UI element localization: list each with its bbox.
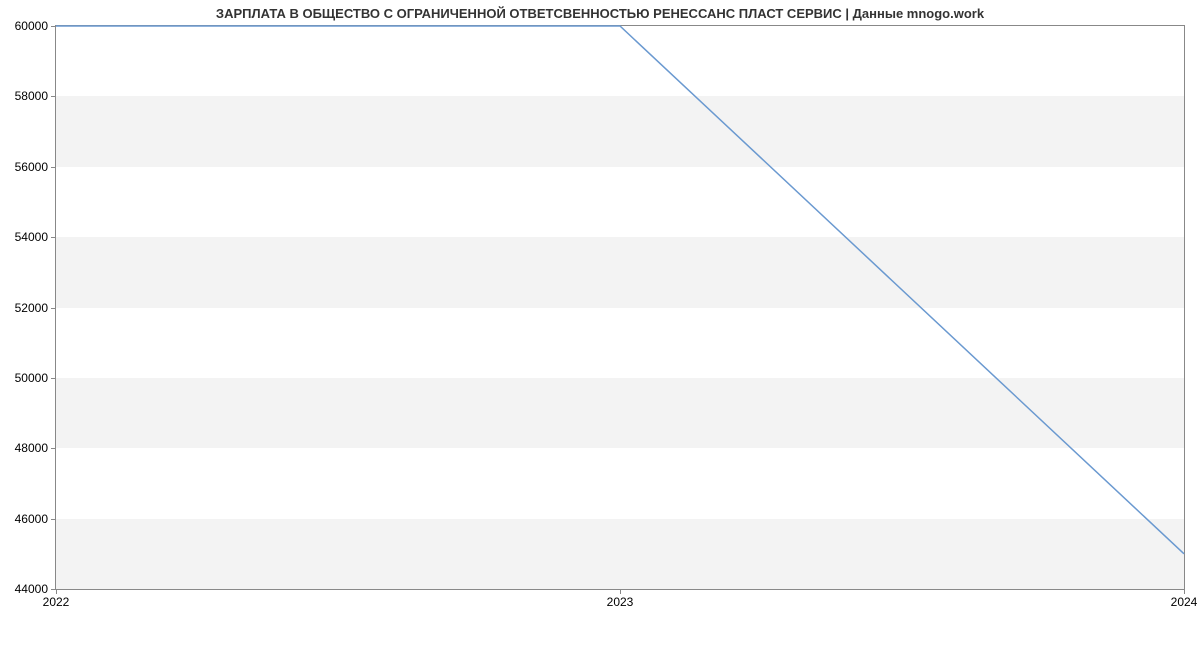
y-tick-label: 44000	[15, 582, 48, 596]
chart-title: ЗАРПЛАТА В ОБЩЕСТВО С ОГРАНИЧЕННОЙ ОТВЕТ…	[0, 6, 1200, 21]
y-tick-label: 48000	[15, 441, 48, 455]
y-tick-label: 54000	[15, 230, 48, 244]
chart-container: ЗАРПЛАТА В ОБЩЕСТВО С ОГРАНИЧЕННОЙ ОТВЕТ…	[0, 0, 1200, 650]
y-tick-label: 58000	[15, 89, 48, 103]
y-tick-label: 50000	[15, 371, 48, 385]
y-tick-mark	[51, 237, 56, 238]
y-tick-mark	[51, 26, 56, 27]
y-tick-label: 56000	[15, 160, 48, 174]
line-series-svg	[56, 26, 1184, 589]
x-tick-label: 2022	[43, 595, 70, 609]
y-tick-label: 52000	[15, 301, 48, 315]
y-tick-mark	[51, 308, 56, 309]
y-tick-label: 60000	[15, 19, 48, 33]
x-tick-mark	[620, 589, 621, 594]
x-tick-mark	[1184, 589, 1185, 594]
y-tick-mark	[51, 519, 56, 520]
y-tick-mark	[51, 167, 56, 168]
y-tick-mark	[51, 378, 56, 379]
series-line	[56, 26, 1184, 554]
y-tick-mark	[51, 448, 56, 449]
y-tick-mark	[51, 96, 56, 97]
x-tick-label: 2023	[607, 595, 634, 609]
x-tick-label: 2024	[1171, 595, 1198, 609]
y-tick-label: 46000	[15, 512, 48, 526]
plot-area: 4400046000480005000052000540005600058000…	[55, 25, 1185, 590]
x-tick-mark	[56, 589, 57, 594]
